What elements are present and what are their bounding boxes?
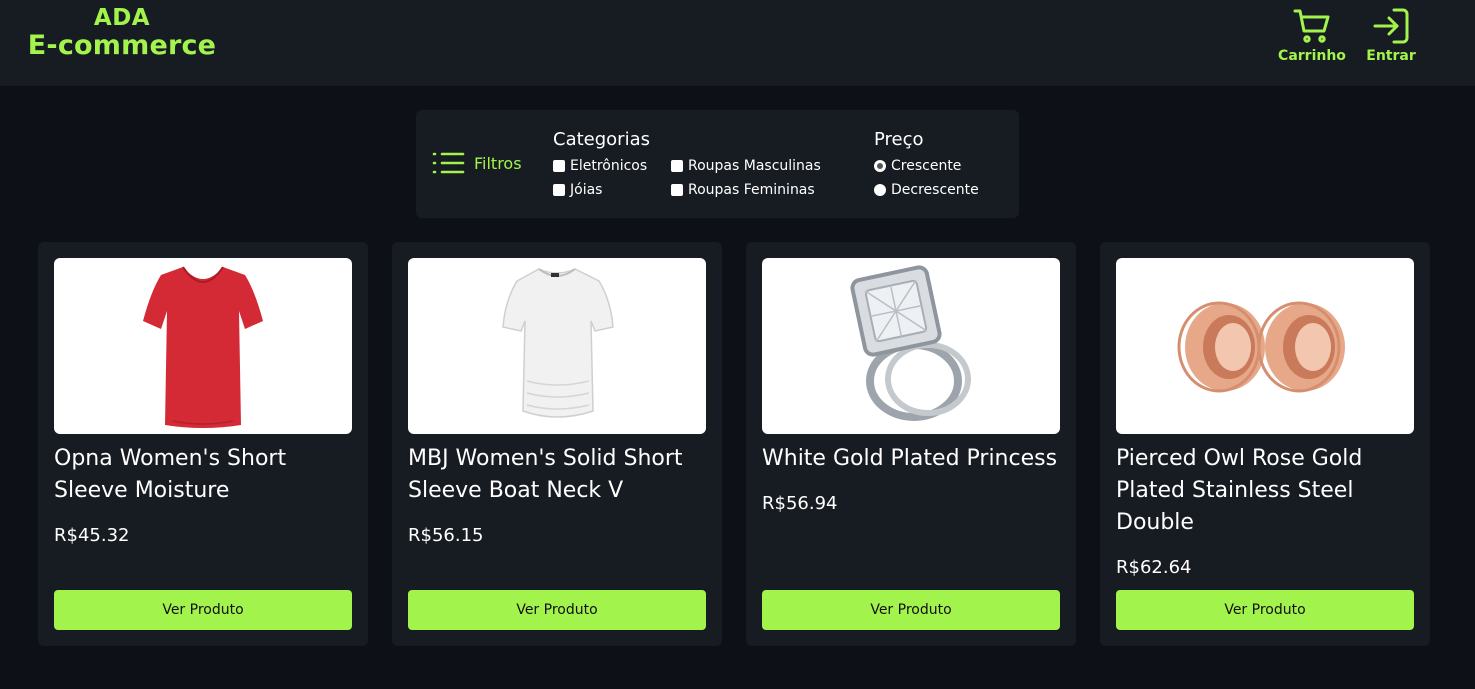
checkbox[interactable]: [553, 160, 565, 172]
price-option-label: Crescente: [891, 158, 962, 174]
product-price: R$62.64: [1116, 557, 1192, 578]
product-title: MBJ Women's Solid Short Sleeve Boat Neck…: [408, 446, 683, 503]
product-title: Opna Women's Short Sleeve Moisture: [54, 446, 287, 503]
list-filter-icon: [432, 152, 465, 174]
product-card: MBJ Women's Solid Short Sleeve Boat Neck…: [392, 242, 722, 646]
diamond-ring-image: [850, 265, 971, 421]
login-label: Entrar: [1366, 48, 1416, 64]
product-image[interactable]: [1116, 258, 1414, 434]
logo-line-1: ADA: [93, 5, 151, 31]
product-card: Pierced Owl Rose Gold Plated Stainless S…: [1100, 242, 1430, 646]
category-label: Jóias: [570, 182, 603, 198]
site-logo[interactable]: ADA E-commerce: [22, 4, 222, 60]
login-button[interactable]: Entrar: [1362, 8, 1420, 64]
price-ascending-option[interactable]: Crescente: [874, 158, 961, 174]
radio-button[interactable]: [874, 160, 886, 172]
filters-toggle[interactable]: Filtros: [432, 150, 522, 176]
cart-button[interactable]: Carrinho: [1276, 8, 1348, 64]
white-top-image: [502, 268, 614, 418]
category-label: Roupas Masculinas: [688, 158, 821, 174]
checkbox[interactable]: [671, 184, 683, 196]
product-price: R$45.32: [54, 525, 130, 546]
category-eletronicos[interactable]: Eletrônicos: [553, 158, 647, 174]
view-product-button[interactable]: Ver Produto: [54, 590, 352, 630]
cart-icon: [1293, 9, 1330, 43]
price-title: Preço: [874, 129, 924, 150]
radio-button[interactable]: [874, 184, 886, 196]
filters-panel: Filtros Categorias Eletrônicos Jóias Rou…: [416, 110, 1019, 218]
product-price: R$56.94: [762, 493, 838, 514]
view-product-button[interactable]: Ver Produto: [408, 590, 706, 630]
product-image[interactable]: [408, 258, 706, 434]
checkbox[interactable]: [553, 184, 565, 196]
product-image[interactable]: [762, 258, 1060, 434]
rose-gold-plugs-image: [1177, 301, 1345, 393]
login-icon: [1373, 8, 1409, 44]
product-card: Opna Women's Short Sleeve Moisture R$45.…: [38, 242, 368, 646]
cart-label: Carrinho: [1278, 48, 1346, 64]
product-card: White Gold Plated Princess R$56.94 Ver P…: [746, 242, 1076, 646]
top-header: ADA E-commerce Carrinho Entrar: [0, 0, 1475, 86]
category-label: Eletrônicos: [570, 158, 648, 174]
red-tshirt-image: [143, 266, 263, 428]
category-label: Roupas Femininas: [688, 182, 815, 198]
categories-title: Categorias: [553, 129, 650, 150]
product-price: R$56.15: [408, 525, 484, 546]
product-title: White Gold Plated Princess: [762, 446, 1058, 471]
checkbox[interactable]: [671, 160, 683, 172]
logo-line-2: E-commerce: [27, 30, 217, 61]
view-product-button[interactable]: Ver Produto: [1116, 590, 1414, 630]
category-roupas-femininas[interactable]: Roupas Femininas: [671, 182, 815, 198]
category-roupas-masculinas[interactable]: Roupas Masculinas: [671, 158, 821, 174]
price-descending-option[interactable]: Decrescente: [874, 182, 979, 198]
category-joias[interactable]: Jóias: [553, 182, 602, 198]
price-option-label: Decrescente: [891, 182, 979, 198]
product-title: Pierced Owl Rose Gold Plated Stainless S…: [1116, 446, 1363, 535]
product-image[interactable]: [54, 258, 352, 434]
view-product-button[interactable]: Ver Produto: [762, 590, 1060, 630]
filters-label: Filtros: [474, 153, 522, 173]
